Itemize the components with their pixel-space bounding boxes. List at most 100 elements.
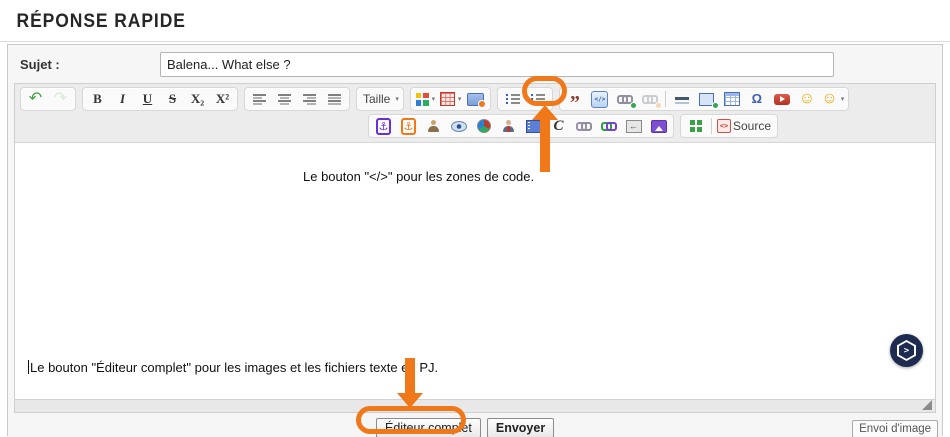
text-color-dropdown[interactable]: ▾	[413, 89, 438, 109]
strikethrough-button[interactable]: S	[160, 89, 185, 109]
horizontal-rule-button-shape	[675, 94, 689, 105]
image-purple-button[interactable]	[646, 116, 671, 136]
anchor-orange-button[interactable]: ⚓	[396, 116, 421, 136]
insert-table-button-shape	[724, 92, 740, 106]
chain-green-button-shape	[601, 121, 617, 131]
member-icon-button[interactable]	[421, 116, 446, 136]
import-box-button[interactable]	[621, 116, 646, 136]
hide-eye-button-shape	[451, 121, 467, 132]
toolbar-group: Taille▾	[356, 87, 404, 111]
insert-image-button-shape	[467, 93, 484, 106]
toolbar-group	[497, 87, 553, 111]
remove-link-button[interactable]	[637, 89, 662, 109]
youtube-video-button[interactable]	[769, 89, 794, 109]
glyph: ”	[570, 90, 580, 108]
superscript-button[interactable]: X²	[210, 89, 235, 109]
maximize-button-shape	[690, 120, 702, 132]
film-frame-button-shape	[526, 120, 542, 133]
chevron-down-icon: ▾	[432, 95, 436, 103]
extension-badge[interactable]: >	[890, 334, 923, 367]
rich-text-editor: ↶ ↷ BIUS X₂ X² Taille▾ ▾▾ ” Ω ☺☺▾ ⚓⚓ C Source Le bo…	[14, 83, 936, 413]
undo-icon[interactable]: ↶	[23, 89, 48, 109]
member-tie-button-shape	[503, 120, 514, 132]
italic-button[interactable]: I	[110, 89, 135, 109]
glyph: ☺	[799, 91, 815, 107]
special-char-button[interactable]: Ω	[744, 89, 769, 109]
align-right-button[interactable]	[297, 89, 322, 109]
member-tie-button[interactable]	[496, 116, 521, 136]
chain-silver-button[interactable]	[571, 116, 596, 136]
editor-bottom-strip	[15, 399, 935, 412]
glyph: C	[553, 117, 563, 135]
bullet-list-button-shape	[531, 93, 545, 105]
full-editor-button[interactable]: Éditeur complet	[376, 418, 481, 437]
footer-bar: Éditeur complet Envoyer Envoi d'image	[8, 413, 942, 437]
align-left-button[interactable]	[247, 89, 272, 109]
table-grid-dropdown[interactable]: ▾	[438, 89, 464, 109]
glyph: ↷	[54, 91, 67, 107]
smiley-button[interactable]: ☺	[794, 89, 819, 109]
smiley-list-dropdown[interactable]: ☺▾	[819, 89, 846, 109]
glyph: I	[120, 90, 125, 108]
insert-link-button[interactable]	[612, 89, 637, 109]
glyph: X²	[216, 90, 229, 108]
resize-handle-icon[interactable]	[922, 400, 932, 410]
label: Taille	[361, 92, 392, 106]
align-center-button-shape	[278, 93, 291, 105]
insert-image-button[interactable]	[463, 89, 488, 109]
glyph: U	[143, 90, 152, 108]
blockquote-button[interactable]: ”	[562, 89, 587, 109]
insert-table-button[interactable]	[719, 89, 744, 109]
insert-block-button[interactable]	[694, 89, 719, 109]
subject-input[interactable]	[160, 52, 834, 77]
align-center-button[interactable]	[272, 89, 297, 109]
send-button[interactable]: Envoyer	[487, 418, 554, 437]
maximize-button[interactable]	[683, 116, 708, 136]
chain-green-button[interactable]	[596, 116, 621, 136]
ordered-list-button[interactable]	[500, 89, 525, 109]
editor-line-2: Le bouton "Éditeur complet" pour les ima…	[28, 360, 438, 375]
bullet-list-button[interactable]	[525, 89, 550, 109]
glyph: ⚓	[376, 118, 392, 135]
underline-button[interactable]: U	[135, 89, 160, 109]
anchor-purple-button[interactable]: ⚓	[371, 116, 396, 136]
text-caret	[28, 360, 29, 374]
glyph: ↶	[29, 91, 42, 107]
code-block-button-shape	[591, 91, 608, 108]
bold-button[interactable]: B	[85, 89, 110, 109]
import-box-button-shape	[626, 120, 642, 133]
horizontal-rule-button[interactable]	[669, 89, 694, 109]
subscript-button[interactable]: X₂	[185, 89, 210, 109]
redo-icon[interactable]: ↷	[48, 89, 73, 109]
source-button[interactable]: Source	[715, 116, 775, 136]
footer-buttons: Éditeur complet Envoyer	[376, 418, 554, 437]
toolbar-group: ⚓⚓ C	[368, 114, 674, 138]
pie-chart-button-shape	[477, 119, 491, 133]
glyph: Ω	[752, 90, 762, 108]
source-button-shape	[717, 119, 731, 133]
ordered-list-button-shape	[506, 93, 520, 105]
chain-silver-button-shape	[576, 121, 592, 131]
glyph: X₂	[191, 90, 204, 108]
align-justify-button[interactable]	[322, 89, 347, 109]
glyph: B	[93, 90, 102, 108]
image-upload-button[interactable]: Envoi d'image	[852, 420, 938, 437]
code-block-button[interactable]	[587, 89, 612, 109]
subject-label: Sujet :	[20, 57, 160, 72]
pie-chart-button[interactable]	[471, 116, 496, 136]
toolbar-row-1: ↶ ↷ BIUS X₂ X² Taille▾ ▾▾ ” Ω ☺☺▾	[20, 87, 930, 111]
cursive-letter-button[interactable]: C	[546, 116, 571, 136]
align-right-button-shape	[303, 93, 316, 105]
badge-dot	[655, 102, 662, 109]
editor-content-area[interactable]: Le bouton "</>" pour les zones de code. …	[15, 143, 935, 399]
hide-eye-button[interactable]	[446, 116, 471, 136]
film-frame-button[interactable]	[521, 116, 546, 136]
toolbar-separator	[665, 91, 666, 107]
hexagon-inner-glyph: >	[899, 342, 914, 359]
toolbar-group: BIUS X₂ X²	[82, 87, 238, 111]
font-size-dropdown[interactable]: Taille▾	[359, 89, 401, 109]
table-grid-dropdown-shape	[440, 92, 455, 106]
image-purple-button-shape	[651, 120, 667, 133]
quick-reply-page: RÉPONSE RAPIDE Sujet : ↶↷BIUSX₂X²Taille▾…	[0, 0, 950, 437]
toolbar-group: ” Ω ☺☺▾	[559, 87, 849, 111]
